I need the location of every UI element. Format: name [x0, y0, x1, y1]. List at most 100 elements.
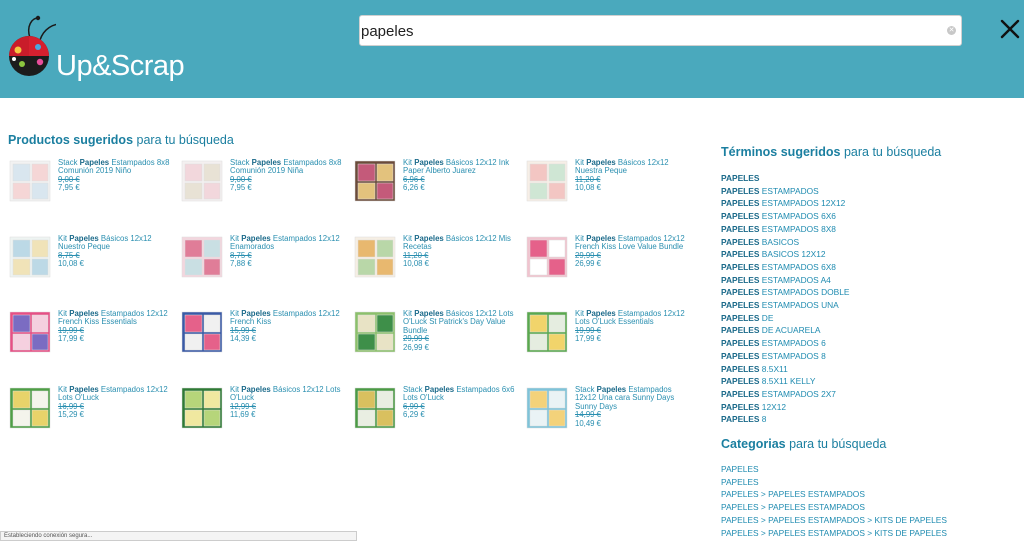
- suggested-term-link[interactable]: PAPELES 8: [721, 413, 849, 426]
- product-thumbnail[interactable]: [353, 310, 397, 354]
- suggested-term-link[interactable]: PAPELES DE ACUARELA: [721, 324, 849, 337]
- suggested-term-link[interactable]: PAPELES ESTAMPADOS 8: [721, 350, 849, 363]
- category-link[interactable]: PAPELES > PAPELES ESTAMPADOS: [721, 501, 947, 514]
- product-thumbnail[interactable]: [180, 386, 224, 430]
- product-thumbnail[interactable]: [525, 310, 569, 354]
- product-price: 10,08 €: [58, 259, 85, 269]
- category-link[interactable]: PAPELES: [721, 476, 947, 489]
- product-card[interactable]: Kit Papeles Estampados 12x12 French Kiss…: [180, 309, 352, 370]
- product-info: Kit Papeles Estampados 12x12 Lots O'Luck…: [575, 309, 695, 344]
- suggested-term-link[interactable]: PAPELES BASICOS: [721, 236, 849, 249]
- suggested-term-link[interactable]: PAPELES ESTAMPADOS 6X8: [721, 261, 849, 274]
- suggested-term-rest: ESTAMPADOS 8: [759, 350, 826, 361]
- product-name[interactable]: Stack Papeles Estampados 6x6 Lots O'Luck: [403, 385, 523, 403]
- suggested-term-link[interactable]: PAPELES 12X12: [721, 401, 849, 414]
- suggested-term-link[interactable]: PAPELES ESTAMPADOS A4: [721, 274, 849, 287]
- suggested-term-link[interactable]: PAPELES: [721, 172, 849, 185]
- close-icon[interactable]: [998, 17, 1022, 41]
- categories-title-rest: para tu búsqueda: [785, 437, 887, 451]
- product-name[interactable]: Kit Papeles Estampados 12x12 French Kiss: [230, 309, 350, 327]
- product-card[interactable]: Stack Papeles Estampados 8x8 Comunión 20…: [180, 158, 352, 219]
- category-link[interactable]: PAPELES > PAPELES ESTAMPADOS: [721, 488, 947, 501]
- suggested-term-link[interactable]: PAPELES ESTAMPADOS 6: [721, 337, 849, 350]
- suggested-term-link[interactable]: PAPELES 8.5X11: [721, 363, 849, 376]
- product-name[interactable]: Kit Papeles Estampados 12x12 Lots O'Luck…: [575, 309, 695, 327]
- search-input[interactable]: papeles ✕: [359, 15, 962, 46]
- product-thumbnail[interactable]: [353, 235, 397, 279]
- suggested-term-link[interactable]: PAPELES ESTAMPADOS 8X8: [721, 223, 849, 236]
- product-name[interactable]: Kit Papeles Estampados 12x12 Enamorados: [230, 234, 350, 252]
- product-thumbnail[interactable]: [525, 386, 569, 430]
- ladybug-icon: [9, 15, 56, 76]
- product-card[interactable]: Kit Papeles Básicos 12x12 Lots O'Luck 12,…: [180, 385, 352, 446]
- site-logo[interactable]: Up&Scrap: [6, 12, 196, 82]
- suggested-term-match: PAPELES: [721, 261, 760, 272]
- product-image: [9, 311, 51, 353]
- product-thumbnail[interactable]: [8, 235, 52, 279]
- product-card[interactable]: Kit Papeles Básicos 12x12 Ink Paper Albe…: [353, 158, 525, 219]
- product-thumbnail[interactable]: [180, 159, 224, 203]
- product-info: Kit Papeles Básicos 12x12 Mis Recetas 11,…: [403, 234, 523, 269]
- category-link[interactable]: PAPELES: [721, 463, 947, 476]
- product-thumbnail[interactable]: [8, 310, 52, 354]
- suggested-term-link[interactable]: PAPELES DE: [721, 312, 849, 325]
- product-thumbnail[interactable]: [8, 159, 52, 203]
- product-card[interactable]: Stack Papeles Estampados 6x6 Lots O'Luck…: [353, 385, 525, 446]
- suggested-term-link[interactable]: PAPELES BASICOS 12X12: [721, 248, 849, 261]
- product-card[interactable]: Kit Papeles Básicos 12x12 Lots O'Luck St…: [353, 309, 525, 370]
- product-name[interactable]: Kit Papeles Estampados 12x12 French Kiss…: [575, 234, 695, 252]
- suggested-term-rest: DE ACUARELA: [759, 325, 821, 336]
- product-thumbnail[interactable]: [180, 310, 224, 354]
- product-card[interactable]: Kit Papeles Estampados 12x12 Lots O'Luck…: [525, 309, 697, 370]
- suggested-term-link[interactable]: PAPELES ESTAMPADOS 12X12: [721, 197, 849, 210]
- product-name[interactable]: Kit Papeles Básicos 12x12 Mis Recetas: [403, 234, 523, 252]
- suggested-term-link[interactable]: PAPELES ESTAMPADOS 2X7: [721, 388, 849, 401]
- product-card[interactable]: Kit Papeles Estampados 12x12 French Kiss…: [8, 309, 180, 370]
- product-name[interactable]: Kit Papeles Básicos 12x12 Lots O'Luck St…: [403, 309, 523, 335]
- product-thumbnail[interactable]: [8, 386, 52, 430]
- product-name[interactable]: Stack Papeles Estampados 8x8 Comunión 20…: [230, 158, 350, 176]
- product-thumbnail[interactable]: [180, 235, 224, 279]
- product-image: [354, 311, 396, 353]
- product-card[interactable]: Kit Papeles Estampados 12x12 Lots O'Luck…: [8, 385, 180, 446]
- product-name[interactable]: Kit Papeles Básicos 12x12 Ink Paper Albe…: [403, 158, 523, 176]
- product-name[interactable]: Kit Papeles Básicos 12x12 Lots O'Luck: [230, 385, 350, 403]
- suggested-term-match: PAPELES: [721, 287, 760, 298]
- product-thumbnail[interactable]: [525, 235, 569, 279]
- product-card[interactable]: Stack Papeles Estampados 12x12 Una cara …: [525, 385, 697, 446]
- terms-title-rest: para tu búsqueda: [840, 145, 942, 159]
- suggested-term-link[interactable]: PAPELES ESTAMPADOS DOBLE: [721, 286, 849, 299]
- suggested-term-link[interactable]: PAPELES ESTAMPADOS UNA: [721, 299, 849, 312]
- clear-search-icon[interactable]: ✕: [947, 26, 956, 35]
- product-name[interactable]: Kit Papeles Estampados 12x12 French Kiss…: [58, 309, 178, 327]
- product-name[interactable]: Kit Papeles Básicos 12x12 Nuestra Peque: [575, 158, 695, 176]
- product-thumbnail[interactable]: [353, 159, 397, 203]
- category-link[interactable]: PAPELES > PAPELES ESTAMPADOS > KITS DE P…: [721, 514, 947, 527]
- suggested-term-link[interactable]: PAPELES ESTAMPADOS: [721, 185, 849, 198]
- product-card[interactable]: Kit Papeles Estampados 12x12 French Kiss…: [525, 234, 697, 295]
- product-price: 17,99 €: [575, 334, 602, 344]
- product-name[interactable]: Stack Papeles Estampados 8x8 Comunión 20…: [58, 158, 178, 176]
- product-name[interactable]: Stack Papeles Estampados 12x12 Una cara …: [575, 385, 695, 411]
- product-card[interactable]: Kit Papeles Básicos 12x12 Nuestra Peque 1…: [525, 158, 697, 219]
- suggested-term-rest: ESTAMPADOS 6X8: [759, 261, 836, 272]
- product-card[interactable]: Kit Papeles Básicos 12x12 Mis Recetas 11,…: [353, 234, 525, 295]
- products-section-title: Productos sugeridos para tu búsqueda: [8, 133, 234, 147]
- product-price: 14,39 €: [230, 334, 257, 344]
- suggested-term-link[interactable]: PAPELES 8.5X11 KELLY: [721, 375, 849, 388]
- product-price: 7,95 €: [58, 183, 80, 193]
- category-link[interactable]: PAPELES > PAPELES ESTAMPADOS > KITS DE P…: [721, 527, 947, 540]
- products-title-rest: para tu búsqueda: [133, 133, 234, 147]
- product-thumbnail[interactable]: [353, 386, 397, 430]
- product-thumbnail[interactable]: [525, 159, 569, 203]
- product-card[interactable]: Stack Papeles Estampados 8x8 Comunión 20…: [8, 158, 180, 219]
- product-card[interactable]: Kit Papeles Estampados 12x12 Enamorados 8…: [180, 234, 352, 295]
- suggested-term-match: PAPELES: [721, 363, 760, 374]
- product-info: Kit Papeles Básicos 12x12 Nuestra Peque 1…: [575, 158, 695, 193]
- product-card[interactable]: Kit Papeles Básicos 12x12 Nuestro Peque 8…: [8, 234, 180, 295]
- product-name[interactable]: Kit Papeles Estampados 12x12 Lots O'Luck: [58, 385, 178, 403]
- product-name[interactable]: Kit Papeles Básicos 12x12 Nuestro Peque: [58, 234, 178, 252]
- suggested-term-rest: 8: [759, 414, 767, 425]
- products-title-bold: Productos sugeridos: [8, 133, 134, 147]
- suggested-term-link[interactable]: PAPELES ESTAMPADOS 6X6: [721, 210, 849, 223]
